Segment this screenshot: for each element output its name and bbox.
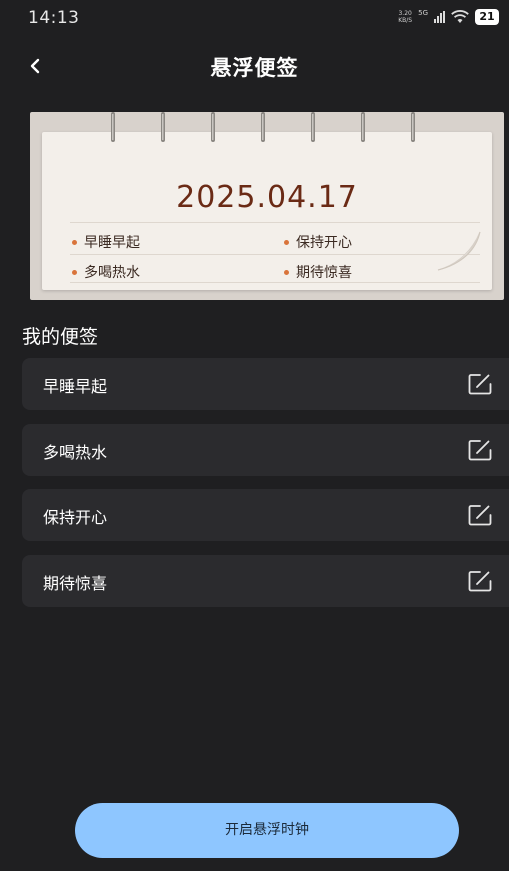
edit-icon[interactable] [467, 438, 493, 462]
edit-icon[interactable] [467, 569, 493, 593]
battery-level: 21 [475, 9, 499, 25]
net-speed: 3.20 KB/S [398, 10, 412, 24]
notepad-memo-label: 多喝热水 [84, 265, 140, 281]
divider [70, 254, 480, 255]
note-item[interactable]: 期待惊喜 [22, 554, 509, 607]
note-label: 早睡早起 [43, 377, 108, 396]
divider [70, 282, 480, 283]
binder-rings [108, 112, 438, 148]
note-item[interactable]: 早睡早起 [22, 358, 509, 410]
section-title: 我的便签 [22, 326, 99, 348]
binder-ring-icon [211, 112, 215, 142]
edit-icon[interactable] [467, 372, 493, 396]
signal-icon [434, 11, 445, 23]
status-bar: 14:13 3.20 KB/S 5G 21 [0, 0, 509, 36]
notepad-memo: 多喝热水 [72, 262, 140, 282]
note-label: 期待惊喜 [43, 573, 108, 593]
status-time: 14:13 [28, 8, 80, 28]
notepad-memo-label: 早睡早起 [84, 235, 140, 251]
notepad-memo-label: 期待惊喜 [296, 265, 352, 281]
memo-dot-icon [284, 239, 289, 245]
note-list: 早睡早起 多喝热水 保持开心 期待惊喜 [22, 358, 509, 620]
notepad-memo: 保持开心 [284, 232, 352, 252]
edit-icon[interactable] [467, 503, 493, 527]
binder-ring-icon [261, 112, 265, 142]
notepad-memo: 早睡早起 [72, 232, 140, 252]
page-title: 悬浮便签 [210, 56, 299, 80]
notepad-memo: 期待惊喜 [284, 262, 352, 282]
header: 悬浮便签 [0, 44, 509, 90]
binder-ring-icon [161, 112, 165, 142]
notepad-card: 2025.04.17 早睡早起 保持开心 多喝热水 期待惊喜 [30, 112, 504, 300]
net-speed-value: 3.20 [398, 10, 412, 17]
network-type: 5G [418, 9, 428, 17]
notepad-paper: 2025.04.17 早睡早起 保持开心 多喝热水 期待惊喜 [42, 132, 492, 290]
status-icons: 3.20 KB/S 5G 21 [398, 9, 499, 25]
wifi-icon [451, 10, 469, 23]
binder-ring-icon [111, 112, 115, 142]
memo-dot-icon [284, 269, 289, 275]
note-item[interactable]: 多喝热水 [22, 423, 509, 476]
binder-ring-icon [311, 112, 315, 142]
note-label: 多喝热水 [43, 442, 108, 462]
note-label: 保持开心 [43, 508, 108, 527]
notepad-date: 2025.04.17 [176, 180, 358, 215]
screen: 14:13 3.20 KB/S 5G 21 悬浮便签 2025.04.17 早睡… [0, 0, 509, 871]
net-speed-unit: KB/S [398, 17, 413, 24]
note-item[interactable]: 保持开心 [22, 489, 509, 541]
memo-dot-icon [72, 269, 77, 275]
notepad-memo-label: 保持开心 [296, 235, 352, 251]
memo-dot-icon [72, 239, 77, 245]
page-curl-icon [437, 231, 481, 271]
open-floating-clock-button[interactable]: 开启悬浮时钟 [75, 803, 459, 858]
divider [70, 222, 480, 223]
binder-ring-icon [411, 112, 415, 142]
binder-ring-icon [361, 112, 365, 142]
